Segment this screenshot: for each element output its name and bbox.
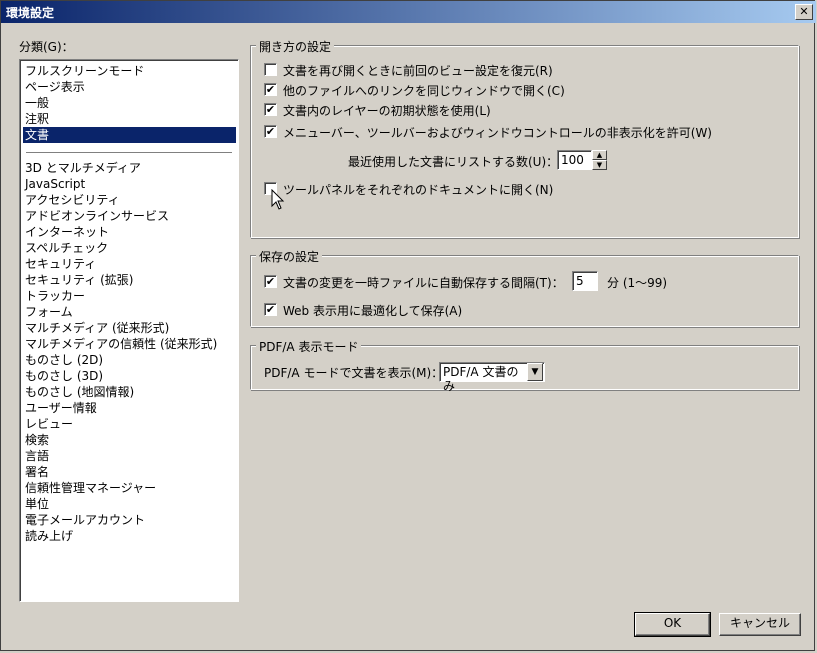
web-optimize-label: Web 表示用に最適化して保存(A) xyxy=(283,304,463,318)
list-separator xyxy=(26,152,232,154)
pdfa-title: PDF/A 表示モード xyxy=(256,338,362,355)
window-title: 環境設定 xyxy=(6,6,55,20)
title-bar: 環境設定 ✕ xyxy=(1,1,816,23)
list-item[interactable]: ものさし (3D) xyxy=(23,368,105,384)
check-icon: ✔ xyxy=(265,125,276,138)
list-item-selected[interactable]: 文書 xyxy=(23,127,236,143)
layer-state-label: 文書内のレイヤーの初期状態を使用(L) xyxy=(283,104,491,118)
recent-docs-input[interactable]: 100 xyxy=(557,150,592,170)
category-label: 分類(G)： xyxy=(19,40,74,54)
list-item[interactable]: 検索 xyxy=(23,432,51,448)
list-item[interactable]: セキュリティ (拡張) xyxy=(23,272,135,288)
list-item[interactable]: 言語 xyxy=(23,448,51,464)
close-button[interactable]: ✕ xyxy=(795,4,813,20)
list-item[interactable]: セキュリティ xyxy=(23,256,98,272)
chevron-down-icon: ▼ xyxy=(531,367,539,377)
list-item[interactable]: フォーム xyxy=(23,304,75,320)
autosave-label: 文書の変更を一時ファイルに自動保存する間隔(T)： xyxy=(283,276,564,290)
check-icon: ✔ xyxy=(265,303,276,316)
cancel-button[interactable]: キャンセル xyxy=(719,613,801,636)
list-item[interactable]: アドビオンラインサービス xyxy=(23,208,171,224)
spin-down-icon: ▼ xyxy=(596,161,603,169)
list-item[interactable]: 一般 xyxy=(23,95,51,111)
same-window-label: 他のファイルへのリンクを同じウィンドウで開く(C) xyxy=(283,84,565,98)
same-window-checkbox[interactable]: ✔ xyxy=(264,83,277,96)
list-item[interactable]: 注釈 xyxy=(23,111,51,127)
spin-up-button[interactable]: ▲ xyxy=(592,150,607,160)
autosave-checkbox[interactable]: ✔ xyxy=(264,275,277,288)
restore-view-checkbox[interactable] xyxy=(264,63,277,76)
ok-button[interactable]: OK xyxy=(634,612,711,637)
pdfa-label: PDF/A モードで文書を表示(M)： xyxy=(264,366,444,380)
hide-menubar-checkbox[interactable]: ✔ xyxy=(264,125,277,138)
open-settings-title: 開き方の設定 xyxy=(256,38,335,55)
list-item[interactable]: フルスクリーンモード xyxy=(23,63,146,79)
list-item[interactable]: 単位 xyxy=(23,496,51,512)
list-item[interactable]: スペルチェック xyxy=(23,240,110,256)
list-item[interactable]: ものさし (地図情報) xyxy=(23,384,136,400)
recent-docs-label: 最近使用した文書にリストする数(U)： xyxy=(348,155,559,169)
list-item[interactable]: 信頼性管理マネージャー xyxy=(23,480,158,496)
mouse-cursor-icon xyxy=(271,189,285,210)
list-item[interactable]: マルチメディア (従来形式) xyxy=(23,320,171,336)
layer-state-checkbox[interactable]: ✔ xyxy=(264,103,277,116)
list-item[interactable]: ものさし (2D) xyxy=(23,352,105,368)
list-item[interactable]: 署名 xyxy=(23,464,51,480)
list-item[interactable]: マルチメディアの信頼性 (従来形式) xyxy=(23,336,219,352)
restore-view-label: 文書を再び開くときに前回のビュー設定を復元(R) xyxy=(283,64,553,78)
check-icon: ✔ xyxy=(265,103,276,116)
list-item[interactable]: 電子メールアカウント xyxy=(23,512,147,528)
autosave-interval-input[interactable]: 5 xyxy=(572,271,598,291)
tool-panel-label: ツールパネルをそれぞれのドキュメントに開く(N) xyxy=(283,183,554,197)
spin-down-button[interactable]: ▼ xyxy=(592,160,607,170)
list-item[interactable]: アクセシビリティ xyxy=(23,192,122,208)
list-item[interactable]: JavaScript xyxy=(23,176,87,192)
check-icon: ✔ xyxy=(265,275,276,288)
list-item[interactable]: ページ表示 xyxy=(23,79,87,95)
list-item[interactable]: 読み上げ xyxy=(23,528,75,544)
save-settings-title: 保存の設定 xyxy=(256,248,323,265)
category-list[interactable]: フルスクリーンモード ページ表示 一般 注釈 文書 3D とマルチメディア Jav… xyxy=(19,59,239,602)
list-item[interactable]: ユーザー情報 xyxy=(23,400,99,416)
preferences-dialog: 環境設定 ✕ 分類(G)： フルスクリーンモード ページ表示 一般 注釈 文書 … xyxy=(0,0,816,651)
dropdown-button[interactable]: ▼ xyxy=(527,363,543,381)
web-optimize-checkbox[interactable]: ✔ xyxy=(264,303,277,316)
list-item[interactable]: 3D とマルチメディア xyxy=(23,160,143,176)
hide-menubar-label: メニューバー、ツールバーおよびウィンドウコントロールの非表示化を許可(W) xyxy=(283,126,712,140)
list-item[interactable]: インターネット xyxy=(23,224,111,240)
spin-up-icon: ▲ xyxy=(596,151,603,159)
autosave-unit: 分 (1～99) xyxy=(607,276,668,290)
close-icon: ✕ xyxy=(799,5,809,18)
check-icon: ✔ xyxy=(265,83,276,96)
list-item[interactable]: レビュー xyxy=(23,416,75,432)
list-item[interactable]: トラッカー xyxy=(23,288,87,304)
